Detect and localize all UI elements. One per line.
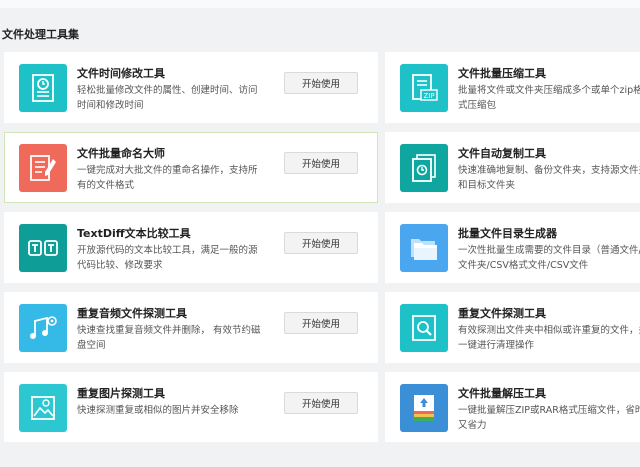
tool-description: 一次性批量生成需要的文件目录（普通文件/文件夹/CSV格式文件/CSV文件	[458, 245, 640, 271]
zip-document-icon: ZIP	[400, 64, 448, 112]
tool-card-duplicate-file[interactable]: 重复文件探测工具 有效探测出文件夹中相似或许重复的文件，并一键进行清理操作	[385, 292, 640, 363]
tool-description: 一键批量解压ZIP或RAR格式压缩文件，省时又省力	[458, 405, 640, 431]
folders-icon	[400, 224, 448, 272]
tool-card-batch-unzip[interactable]: 文件批量解压工具 一键批量解压ZIP或RAR格式压缩文件，省时又省力	[385, 372, 640, 442]
tool-title: 重复图片探测工具	[77, 387, 165, 400]
text-compare-icon	[19, 224, 67, 272]
tool-card-directory-generator[interactable]: 批量文件目录生成器 一次性批量生成需要的文件目录（普通文件/文件夹/CSV格式文…	[385, 212, 640, 283]
start-button[interactable]: 开始使用	[284, 232, 358, 254]
start-button[interactable]: 开始使用	[284, 392, 358, 414]
tool-description: 快速准确地复制、备份文件夹，支持源文件夹和目标文件夹	[458, 165, 640, 191]
start-button[interactable]: 开始使用	[284, 72, 358, 94]
copy-folder-icon	[400, 144, 448, 192]
tool-card-file-time[interactable]: 文件时间修改工具 轻松批量修改文件的属性、创建时间、访问时间和修改时间 开始使用	[4, 52, 378, 123]
edit-document-icon	[19, 144, 67, 192]
tool-description: 轻松批量修改文件的属性、创建时间、访问时间和修改时间	[77, 85, 258, 111]
tool-description: 一键完成对大批文件的重命名操作，支持所有的文件格式	[77, 165, 258, 191]
svg-text:ZIP: ZIP	[423, 92, 434, 100]
file-search-icon	[400, 304, 448, 352]
tool-title: 文件批量命名大师	[77, 147, 165, 160]
tool-title: 文件批量解压工具	[458, 387, 546, 400]
tool-description: 快速探测重复或相似的图片并安全移除	[77, 405, 239, 416]
tool-description: 有效探测出文件夹中相似或许重复的文件，并一键进行清理操作	[458, 325, 640, 351]
tool-description: 批量将文件或文件夹压缩成多个或单个zip格式压缩包	[458, 85, 640, 111]
tool-card-textdiff[interactable]: TextDiff文本比较工具 开放源代码的文本比较工具，满足一般的源代码比较、修…	[4, 212, 378, 283]
music-search-icon	[19, 304, 67, 352]
tool-card-auto-copy[interactable]: 文件自动复制工具 快速准确地复制、备份文件夹，支持源文件夹和目标文件夹	[385, 132, 640, 203]
tool-card-batch-rename[interactable]: 文件批量命名大师 一键完成对大批文件的重命名操作，支持所有的文件格式 开始使用	[4, 132, 378, 203]
tool-title: 文件自动复制工具	[458, 147, 546, 160]
start-button[interactable]: 开始使用	[284, 152, 358, 174]
tool-card-duplicate-audio[interactable]: 重复音频文件探测工具 快速查找重复音频文件并删除， 有效节约磁盘空间 开始使用	[4, 292, 378, 363]
tool-description: 开放源代码的文本比较工具，满足一般的源代码比较、修改要求	[77, 245, 258, 271]
clock-document-icon	[19, 64, 67, 112]
tool-title: 文件批量压缩工具	[458, 67, 546, 80]
start-button[interactable]: 开始使用	[284, 312, 358, 334]
section-title: 文件处理工具集	[2, 28, 79, 41]
tool-card-duplicate-image[interactable]: 重复图片探测工具 快速探测重复或相似的图片并安全移除 开始使用	[4, 372, 378, 442]
tool-title: 重复音频文件探测工具	[77, 307, 187, 320]
tool-title: 批量文件目录生成器	[458, 227, 557, 240]
top-strip	[0, 0, 640, 8]
tool-description: 快速查找重复音频文件并删除， 有效节约磁盘空间	[77, 325, 261, 351]
tool-title: 重复文件探测工具	[458, 307, 546, 320]
unzip-archive-icon	[400, 384, 448, 432]
image-search-icon	[19, 384, 67, 432]
tool-card-batch-zip[interactable]: ZIP 文件批量压缩工具 批量将文件或文件夹压缩成多个或单个zip格式压缩包	[385, 52, 640, 123]
tool-title: 文件时间修改工具	[77, 67, 165, 80]
tool-title: TextDiff文本比较工具	[77, 227, 191, 240]
